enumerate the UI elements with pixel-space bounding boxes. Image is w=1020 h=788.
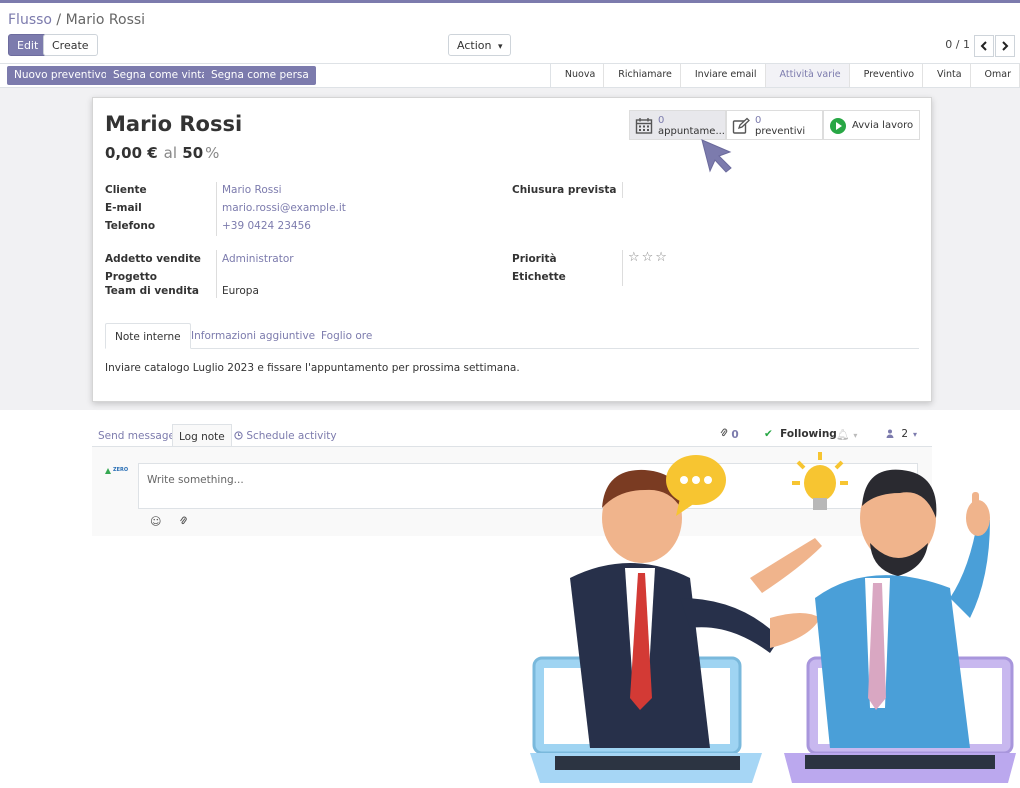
field-separator <box>216 182 217 236</box>
caret-down-icon: ▾ <box>497 42 503 52</box>
control-panel: Flusso / Mario Rossi Edit Create Action … <box>0 3 1020 64</box>
stage-vinta[interactable]: Vinta <box>923 64 971 87</box>
probability-unit: % <box>205 144 220 162</box>
light-bulb-icon <box>792 452 848 510</box>
schedule-activity-button[interactable]: Schedule activity <box>228 424 343 448</box>
pager-next-button[interactable] <box>995 35 1015 57</box>
businessman-left-icon <box>570 469 822 748</box>
followers-count: 2 <box>901 428 909 440</box>
followers-button[interactable]: 2 ▾ <box>886 428 917 440</box>
action-label: Action <box>457 39 492 52</box>
stage-richiamare[interactable]: Richiamare <box>604 64 681 87</box>
phone-label: Telefono <box>105 220 156 232</box>
customer-label: Cliente <box>105 184 147 196</box>
action-dropdown[interactable]: Action ▾ <box>448 34 512 56</box>
cursor-arrow-icon <box>701 139 732 173</box>
meetings-count: 0 <box>658 115 665 126</box>
following-button[interactable]: ✔ Following <box>764 428 837 440</box>
sales-team-label: Team di vendita <box>105 285 200 297</box>
paperclip-icon[interactable] <box>179 516 188 526</box>
message-placeholder: Write something... <box>147 474 244 486</box>
stage-preventivo[interactable]: Preventivo <box>849 64 924 87</box>
record-title[interactable]: Mario Rossi <box>105 112 242 136</box>
email-label: E-mail <box>105 202 142 214</box>
tab-internal-notes[interactable]: Note interne <box>105 323 191 349</box>
field-separator <box>216 250 217 298</box>
tags-label: Etichette <box>512 271 566 283</box>
edit-button[interactable]: Edit <box>8 34 48 56</box>
meetings-label: appuntame... <box>658 126 725 137</box>
tab-timesheet[interactable]: Foglio ore <box>312 323 381 349</box>
project-label: Progetto <box>105 271 157 283</box>
paperclip-icon <box>720 428 728 437</box>
quotations-smart-button[interactable]: 0 preventivi <box>726 110 823 140</box>
caret-down-icon: ▾ <box>913 430 918 439</box>
stage-omar[interactable]: Omar <box>970 64 1020 87</box>
bell-icon: 🔔︎ <box>836 429 850 441</box>
customer-value[interactable]: Mario Rossi <box>222 184 282 196</box>
start-work-label: Avvia lavoro <box>852 120 914 131</box>
email-value[interactable]: mario.rossi@example.it <box>222 202 346 214</box>
start-work-smart-button[interactable]: Avvia lavoro <box>823 110 920 140</box>
avatar-text: ZERO <box>113 467 129 473</box>
stage-inviare-email[interactable]: Inviare email <box>680 64 766 87</box>
pencil-square-icon <box>732 117 750 134</box>
clock-icon <box>234 431 243 440</box>
priority-star-icon[interactable]: ☆☆☆ <box>628 250 669 265</box>
phone-value[interactable]: +39 0424 23456 <box>222 220 311 232</box>
caret-down-icon: ▾ <box>853 431 858 440</box>
salesperson-label: Addetto vendite <box>105 253 201 265</box>
chevron-left-icon <box>980 41 987 51</box>
notification-bell-button[interactable]: 🔔︎ ▾ <box>836 428 857 441</box>
stage-pipeline: Nuova Richiamare Inviare email Attività … <box>549 64 1020 88</box>
tab-additional-info[interactable]: Informazioni aggiuntive <box>182 323 324 349</box>
calendar-icon <box>635 118 653 134</box>
send-message-button[interactable]: Send message <box>92 424 181 448</box>
attachments-button[interactable]: 0 <box>720 428 739 441</box>
composer-tools: ☺ <box>150 515 188 528</box>
notebook-tabs: Note interne Informazioni aggiuntive Fog… <box>105 323 919 349</box>
expected-closing-label: Chiusura prevista <box>512 184 617 196</box>
emoji-icon[interactable]: ☺ <box>150 515 161 528</box>
quotations-label: preventivi <box>755 126 806 137</box>
play-circle-icon <box>830 118 846 134</box>
chevron-right-icon <box>1002 41 1009 51</box>
form-sheet: Mario Rossi 0,00 € al 50% 0 appuntame... 0… <box>92 97 932 402</box>
quotations-count: 0 <box>755 115 762 126</box>
field-separator <box>622 182 623 198</box>
field-separator <box>622 250 623 286</box>
breadcrumb-current: Mario Rossi <box>65 12 146 28</box>
breadcrumb-separator: / <box>51 12 66 28</box>
user-icon <box>886 429 894 438</box>
following-label: Following <box>780 428 837 440</box>
avatar: ZERO <box>104 467 130 481</box>
priority-label: Priorità <box>512 253 557 265</box>
check-icon: ✔ <box>764 428 773 440</box>
probability-prefix: al <box>163 144 178 162</box>
attachments-count: 0 <box>731 429 739 441</box>
breadcrumb-parent[interactable]: Flusso <box>8 12 52 28</box>
probability-value[interactable]: 50 <box>182 144 203 162</box>
new-quotation-button[interactable]: Nuovo preventivo <box>7 66 115 85</box>
schedule-activity-label: Schedule activity <box>246 430 337 442</box>
handshake-illustration <box>530 452 1016 783</box>
businessman-right-icon <box>815 469 990 748</box>
revenue-value[interactable]: 0,00 € <box>105 144 158 162</box>
internal-notes-text[interactable]: Inviare catalogo Luglio 2023 e fissare l… <box>105 362 520 374</box>
pager-previous-button[interactable] <box>974 35 994 57</box>
breadcrumb: Flusso / Mario Rossi <box>8 12 145 28</box>
status-bar: Nuovo preventivo Segna come vinta Segna … <box>0 64 1020 88</box>
mark-lost-button[interactable]: Segna come persa <box>204 66 316 85</box>
mark-won-button[interactable]: Segna come vinta <box>106 66 215 85</box>
sales-team-value[interactable]: Europa <box>222 285 259 297</box>
create-button[interactable]: Create <box>43 34 98 56</box>
stage-nuova[interactable]: Nuova <box>550 64 605 87</box>
meetings-smart-button[interactable]: 0 appuntame... <box>629 110 726 140</box>
pager-value[interactable]: 0 / 1 <box>945 38 970 51</box>
log-note-button[interactable]: Log note <box>172 424 232 448</box>
salesperson-value[interactable]: Administrator <box>222 253 294 265</box>
company-logo-icon <box>105 468 111 474</box>
expected-revenue: 0,00 € al 50% <box>105 144 219 162</box>
stage-attivita-varie[interactable]: Attività varie <box>765 64 850 87</box>
